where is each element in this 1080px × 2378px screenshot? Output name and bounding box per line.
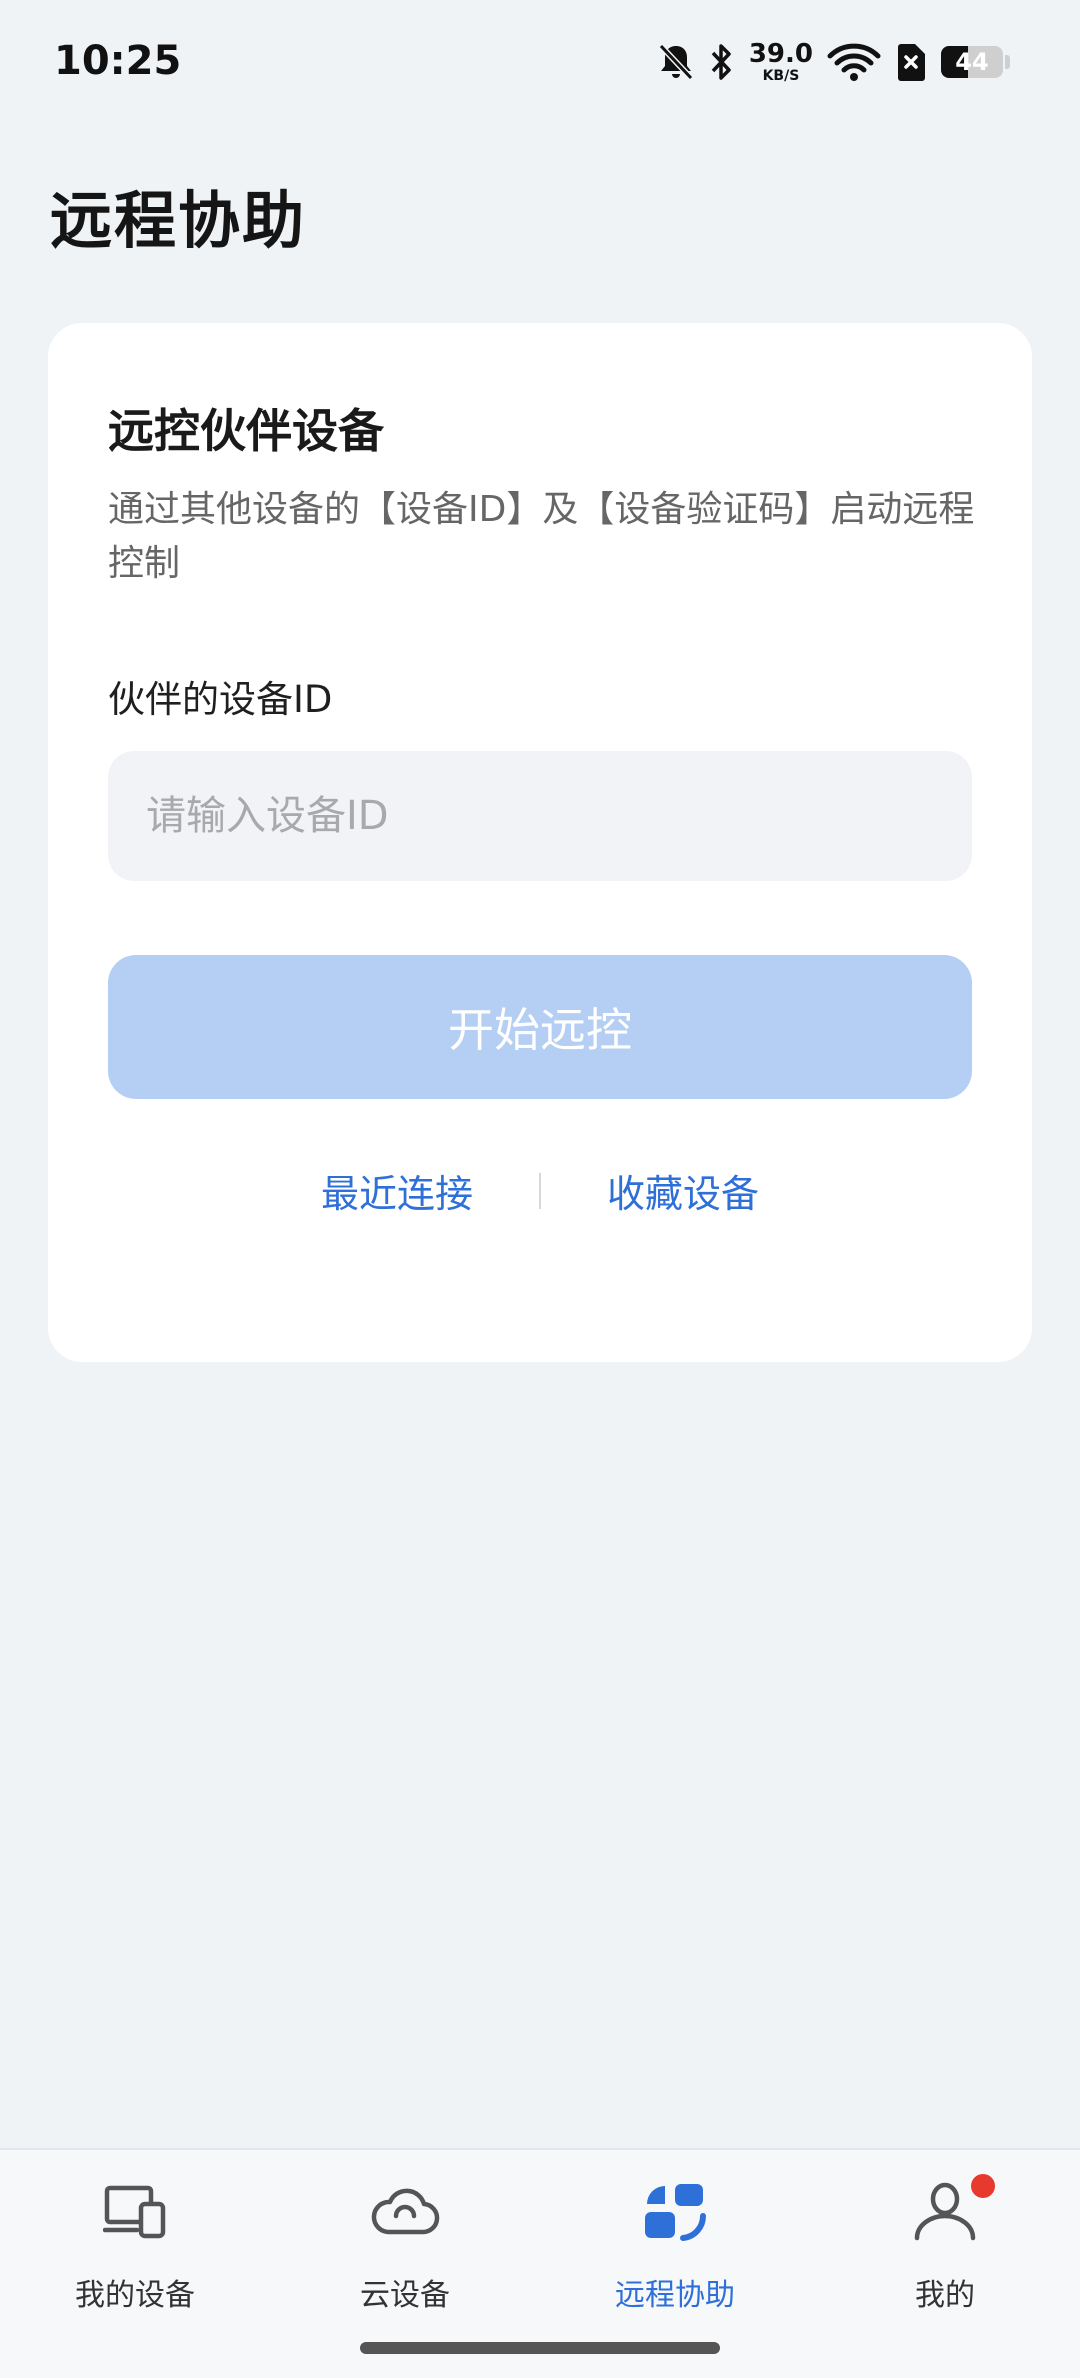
recent-connections-link[interactable]: 最近连接	[321, 1163, 473, 1218]
notification-badge-dot	[971, 2174, 995, 2198]
nav-item-my-devices[interactable]: 我的设备	[35, 2172, 235, 2314]
bell-muted-icon	[657, 42, 695, 82]
status-bar: 10:25 39.0 KB/S 44	[0, 0, 1080, 126]
nav-item-profile[interactable]: 我的	[845, 2172, 1045, 2314]
nav-label-my-devices: 我的设备	[75, 2278, 195, 2313]
link-divider	[539, 1172, 541, 1209]
home-indicator[interactable]	[360, 2342, 720, 2354]
status-icons: 39.0 KB/S 44	[657, 36, 1010, 88]
nav-label-profile: 我的	[915, 2278, 975, 2313]
sim-off-icon	[895, 42, 927, 82]
device-id-label: 伙伴的设备ID	[108, 678, 333, 721]
battery-cap	[1005, 55, 1010, 69]
card-description: 通过其他设备的【设备ID】及【设备验证码】启动远程控制	[108, 489, 975, 584]
devices-icon	[95, 2172, 175, 2252]
network-speed-value: 39.0	[748, 39, 813, 69]
remote-control-card: 远控伙伴设备 通过其他设备的【设备ID】及【设备验证码】启动远程控制 伙伴的设备…	[48, 323, 1032, 1362]
battery-level: 44	[955, 48, 989, 76]
card-title: 远控伙伴设备	[108, 404, 384, 458]
device-id-input[interactable]	[108, 751, 972, 881]
remote-assist-icon	[635, 2172, 715, 2252]
favorite-devices-link[interactable]: 收藏设备	[607, 1163, 759, 1218]
nav-item-remote-assist[interactable]: 远程协助	[575, 2172, 775, 2314]
bluetooth-icon	[709, 42, 735, 82]
status-time: 10:25	[54, 38, 182, 84]
network-speed-unit: KB/S	[762, 68, 800, 84]
nav-item-cloud-devices[interactable]: 云设备	[305, 2172, 505, 2314]
start-remote-button[interactable]: 开始远控	[108, 955, 972, 1099]
page-title: 远程协助	[50, 184, 307, 257]
profile-icon	[905, 2172, 995, 2252]
cloud-icon	[365, 2172, 445, 2252]
nav-label-remote-assist: 远程协助	[615, 2278, 735, 2313]
network-speed: 39.0 KB/S	[749, 41, 813, 83]
battery-icon: 44	[941, 46, 1003, 78]
nav-label-cloud-devices: 云设备	[360, 2278, 450, 2313]
quick-links: 最近连接 收藏设备	[48, 1163, 1032, 1218]
wifi-icon	[827, 42, 881, 82]
